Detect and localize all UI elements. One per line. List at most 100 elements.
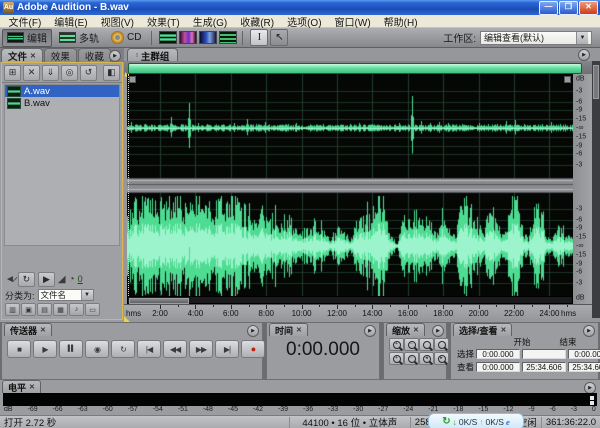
volume-wedge-icon[interactable]: ◢ — [58, 274, 66, 285]
zoom-in-button[interactable]: + — [389, 338, 404, 351]
rewind-button[interactable]: ◀◀ — [163, 340, 187, 358]
restore-button[interactable]: ❐ — [559, 0, 578, 15]
zoom-in-vertical-button[interactable]: + — [389, 352, 404, 365]
tab-zoom[interactable]: 缩放 ✕ — [386, 323, 425, 336]
menu-item-0[interactable]: 文件(F) — [2, 14, 48, 29]
volume-dial-icon[interactable]: ◔ — [69, 274, 75, 285]
refresh-icon[interactable]: ↻ — [442, 416, 450, 427]
overview-range-bar[interactable] — [128, 63, 582, 74]
menu-item-2[interactable]: 视图(V) — [94, 14, 140, 29]
record-button[interactable]: ● — [241, 340, 265, 358]
menu-item-3[interactable]: 效果(T) — [140, 14, 186, 29]
tab-effects[interactable]: 效果 — [43, 48, 77, 63]
panel-menu-icon[interactable]: ▶ — [578, 49, 590, 61]
range-handle-right[interactable] — [564, 76, 571, 83]
amplitude-ruler[interactable]: dB -3 -6 -9 -15 -∞ -15 -9 -6 -3 -3 -6 -9 -15 -∞ -15 -9 -6… — [573, 74, 592, 304]
waveform-display[interactable] — [127, 74, 573, 296]
panel-menu-icon[interactable]: ▶ — [109, 50, 121, 62]
menu-item-4[interactable]: 生成(G) — [186, 14, 233, 29]
fast-forward-button[interactable]: ▶▶ — [189, 340, 213, 358]
clip-indicator[interactable] — [590, 396, 594, 400]
close-icon[interactable]: ✕ — [29, 383, 35, 391]
tab-time[interactable]: 时间 ✕ — [269, 323, 308, 336]
pause-button[interactable]: ▌▌ — [59, 340, 83, 358]
view-toggle-2[interactable]: ▤ — [37, 303, 52, 316]
go-to-start-button[interactable]: |◀ — [137, 340, 161, 358]
view-toggle-1[interactable]: ▣ — [21, 303, 36, 316]
waveform-view-icon[interactable] — [159, 31, 178, 44]
panel-menu-icon[interactable]: ▶ — [364, 325, 376, 337]
zoom-sel-left-button[interactable]: ◂ — [419, 352, 434, 365]
mute-speaker-icon[interactable]: ◄̷ — [5, 274, 15, 285]
selection-field-start[interactable]: 0:00.000 — [476, 361, 520, 372]
tab-favorites[interactable]: 收藏 — [77, 48, 111, 63]
close-icon[interactable]: ✕ — [501, 326, 507, 334]
menu-item-1[interactable]: 编辑(E) — [48, 14, 94, 29]
workspace-select[interactable]: 编辑查看(默认) ▼ — [480, 30, 592, 45]
close-icon[interactable]: ✕ — [296, 326, 302, 334]
loop-button[interactable]: ↻ — [111, 340, 135, 358]
selection-field-length[interactable]: 25:34.606 — [568, 361, 600, 372]
view-toggle-3[interactable]: ▦ — [53, 303, 68, 316]
selection-field-length[interactable]: 0:00.000 — [568, 348, 600, 359]
minimize-button[interactable]: — — [539, 0, 558, 15]
menu-item-7[interactable]: 窗口(W) — [328, 14, 377, 29]
mode-button-multitrack[interactable]: 多轨 — [54, 29, 104, 47]
scrollbar-thumb[interactable] — [593, 65, 599, 99]
view-toggle-4[interactable]: ♪ — [69, 303, 84, 316]
file-list-item[interactable]: B.wav — [5, 97, 119, 109]
close-button[interactable]: ✕ — [579, 0, 598, 15]
horizontal-scrollbar[interactable] — [127, 296, 573, 304]
stop-button[interactable]: ■ — [7, 340, 31, 358]
tab-selection-view[interactable]: 选择/查看 ✕ — [453, 323, 513, 336]
selection-field-end[interactable]: 25:34.606 — [522, 361, 566, 372]
playhead-cursor[interactable] — [128, 74, 129, 296]
panel-menu-icon[interactable]: ▶ — [247, 325, 259, 337]
view-toggle-5[interactable]: ▭ — [85, 303, 100, 316]
zoom-sel-right-button[interactable]: ▸ — [434, 352, 449, 365]
show-options-icon[interactable]: ◧ — [103, 64, 120, 81]
network-speed-widget[interactable]: ↻ ↓ 0K/S ↑ 0K/S e — [428, 413, 524, 428]
file-list-item[interactable]: A.wav — [5, 85, 119, 97]
level-meter[interactable] — [3, 393, 597, 406]
chevron-down-icon[interactable]: ▼ — [576, 31, 588, 44]
selection-field-end[interactable] — [522, 348, 566, 359]
loop-play-button[interactable]: ↻ — [17, 271, 35, 287]
file-list[interactable]: A.wav B.wav — [4, 84, 120, 246]
play-button[interactable]: ▶ — [33, 340, 57, 358]
menu-item-5[interactable]: 收藏(R) — [234, 14, 281, 29]
mode-button-edit[interactable]: 编辑 — [2, 28, 52, 47]
insert-into-cd-icon[interactable]: ◎ — [61, 64, 78, 81]
range-handle-left[interactable] — [129, 76, 136, 83]
close-icon[interactable]: ✕ — [40, 326, 46, 334]
tab-main-group[interactable]: ⁝ 主群组 — [127, 48, 179, 63]
preview-play-button[interactable]: ▶ — [37, 271, 55, 287]
zoom-selection-button[interactable] — [419, 338, 434, 351]
close-file-icon[interactable]: ✕ — [23, 64, 40, 81]
mode-button-cd[interactable]: CD — [106, 29, 146, 47]
go-to-end-button[interactable]: ▶| — [215, 340, 239, 358]
insert-into-multitrack-icon[interactable]: ⇓ — [42, 64, 59, 81]
spectral-pan-icon[interactable] — [199, 31, 218, 44]
tab-files[interactable]: 文件 ✕ — [1, 48, 43, 63]
close-icon[interactable]: ✕ — [413, 326, 419, 334]
tab-transport[interactable]: 传送器 ✕ — [4, 323, 52, 336]
zoom-full-button[interactable] — [434, 338, 449, 351]
import-file-icon[interactable]: ⊞ — [4, 64, 21, 81]
menu-item-8[interactable]: 帮助(H) — [377, 14, 424, 29]
vertical-scrollbar[interactable] — [592, 61, 600, 318]
spectral-frequency-icon[interactable] — [179, 31, 198, 44]
browser-icon[interactable]: e — [506, 417, 510, 427]
selection-field-start[interactable]: 0:00.000 — [476, 348, 520, 359]
sort-select[interactable]: 文件名 ▼ — [37, 289, 94, 301]
edit-file-icon[interactable]: ↺ — [80, 64, 97, 81]
view-toggle-0[interactable]: ▥ — [5, 303, 20, 316]
hybrid-tool[interactable]: ↖ — [270, 29, 289, 46]
panel-menu-icon[interactable]: ▶ — [432, 325, 444, 337]
clip-indicator[interactable] — [590, 401, 594, 405]
zoom-out-vertical-button[interactable]: − — [404, 352, 419, 365]
time-selection-tool[interactable]: I — [250, 29, 269, 46]
spectral-phase-icon[interactable] — [219, 31, 238, 44]
close-icon[interactable]: ✕ — [30, 52, 36, 60]
menu-item-6[interactable]: 选项(O) — [281, 14, 328, 29]
